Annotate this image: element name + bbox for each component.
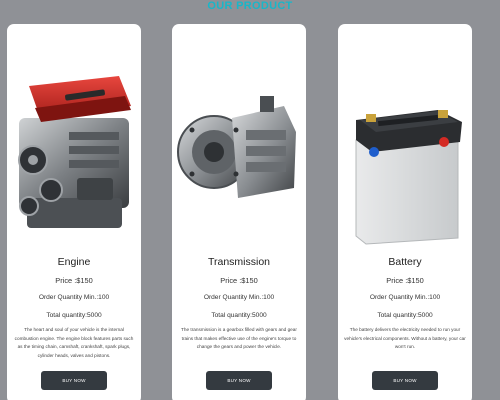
product-name: Engine bbox=[57, 256, 91, 268]
product-price: Price :$150 bbox=[386, 276, 424, 285]
product-description: The heart and soul of your vehicle is th… bbox=[14, 327, 134, 358]
total-quantity: Total quantity:5000 bbox=[211, 312, 267, 319]
product-description: The battery delivers the electricity nee… bbox=[344, 327, 466, 349]
total-quantity: Total quantity:5000 bbox=[377, 312, 433, 319]
product-name: Battery bbox=[388, 256, 422, 268]
total-quantity: Total quantity:5000 bbox=[46, 312, 102, 319]
engine-icon bbox=[18, 76, 131, 228]
order-quantity: Order Quantity Min.:100 bbox=[203, 294, 275, 301]
transmission-image bbox=[172, 48, 306, 248]
engine-image bbox=[7, 48, 141, 248]
battery-image bbox=[338, 48, 472, 248]
section-title: OUR PRODUCT bbox=[207, 0, 293, 12]
order-quantity: Order Quantity Min.:100 bbox=[38, 294, 110, 301]
order-quantity: Order Quantity Min.:100 bbox=[369, 294, 441, 301]
product-price: Price :$150 bbox=[220, 276, 258, 285]
product-card-engine: Engine Price :$150 Order Quantity Min.:1… bbox=[7, 24, 141, 400]
buy-now-button-transmission[interactable]: BUY NOW bbox=[206, 371, 272, 390]
transmission-icon bbox=[177, 96, 296, 198]
buy-now-button-engine[interactable]: BUY NOW bbox=[41, 371, 107, 390]
product-name: Transmission bbox=[207, 256, 271, 268]
product-card-transmission: Transmission Price :$150 Order Quantity … bbox=[172, 24, 306, 400]
product-card-battery: Battery Price :$150 Order Quantity Min.:… bbox=[338, 24, 472, 400]
battery-icon bbox=[355, 110, 462, 245]
buy-now-button-battery[interactable]: BUY NOW bbox=[372, 371, 438, 390]
product-description: The transmission is a gearbox filled wit… bbox=[181, 327, 297, 349]
product-price: Price :$150 bbox=[55, 276, 93, 285]
